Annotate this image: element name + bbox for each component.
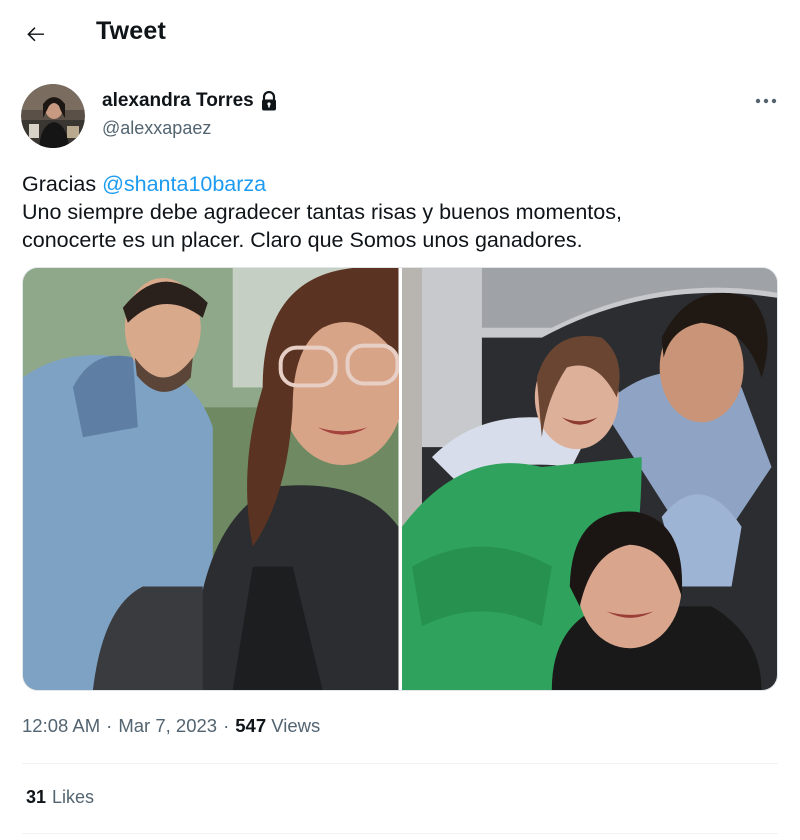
tweet-meta: 12:08 AM · Mar 7, 2023 · 547 Views [22, 715, 320, 737]
likes-label: Likes [52, 787, 95, 807]
views-count: 547 [235, 715, 267, 736]
tweet-line-1-text: Gracias [22, 172, 103, 196]
avatar[interactable] [21, 84, 85, 148]
more-options-button[interactable] [746, 86, 786, 116]
more-horizontal-icon [755, 98, 777, 104]
tweet-line-1: Gracias @shanta10barza [22, 170, 762, 198]
meta-separator: · [223, 715, 230, 736]
page-title: Tweet [96, 17, 166, 45]
tweet-line-2: Uno siempre debe agradecer tantas risas … [22, 200, 622, 224]
photo-1[interactable] [23, 268, 405, 690]
mention-link[interactable]: @shanta10barza [102, 172, 266, 196]
views-label: Views [271, 715, 321, 736]
arrow-left-icon [27, 27, 44, 42]
divider [22, 763, 778, 764]
tweet-date[interactable]: Mar 7, 2023 [118, 715, 217, 737]
avatar-photo [21, 84, 85, 148]
display-name-text: alexandra Torres [102, 90, 254, 111]
likes-count: 31 [26, 787, 47, 807]
meta-separator: · [106, 715, 113, 736]
photo-1-image [23, 268, 405, 690]
likes-stat[interactable]: 31 Likes [26, 787, 94, 808]
tweet-time[interactable]: 12:08 AM [22, 715, 100, 737]
top-bar: Tweet [0, 0, 800, 68]
back-button[interactable] [16, 14, 56, 54]
author-name[interactable]: alexandra Torres [102, 90, 278, 112]
author-handle[interactable]: @alexxapaez [102, 118, 211, 139]
lock-icon [261, 91, 276, 111]
divider [22, 833, 778, 834]
tweet-text: Gracias @shanta10barza Uno siempre debe … [22, 170, 762, 254]
tweet-line-3: conocerte es un placer. Claro que Somos … [22, 228, 583, 252]
photo-2[interactable] [401, 268, 777, 690]
media-grid [22, 267, 778, 691]
photo-2-image [401, 268, 777, 690]
